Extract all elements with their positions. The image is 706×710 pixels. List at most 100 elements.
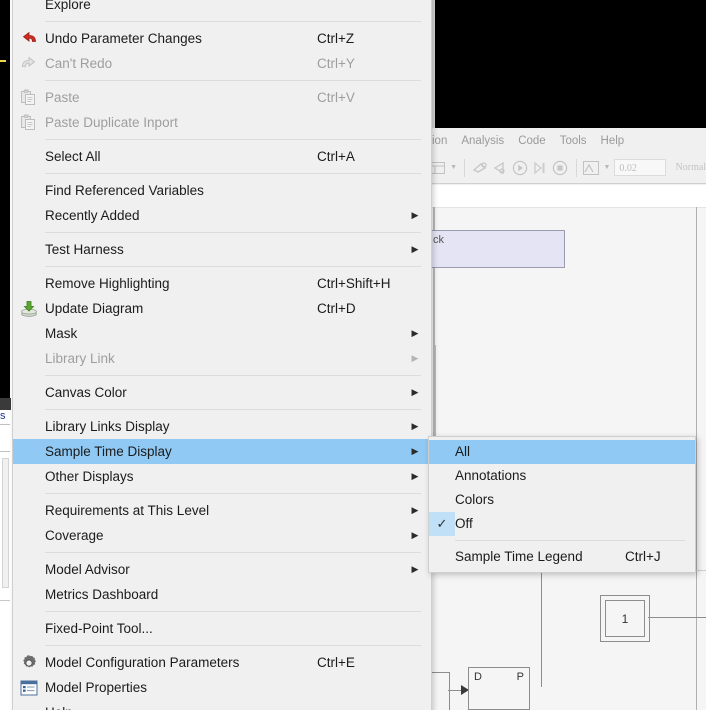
run-icon[interactable]: [512, 158, 528, 178]
left-scrollbar[interactable]: [2, 458, 9, 588]
inport-block[interactable]: 1: [600, 595, 650, 642]
menu-icon-placeholder: [13, 582, 45, 607]
submenu-item-all[interactable]: All: [429, 440, 695, 464]
menu-item-label: Remove Highlighting: [45, 276, 170, 291]
menu-item-canvas-color[interactable]: Canvas Color ▶: [13, 380, 431, 405]
sim-mode-selector[interactable]: Normal: [670, 162, 706, 173]
menubar-item-ion[interactable]: ion: [432, 135, 447, 147]
menu-item-label: Model Properties: [45, 680, 148, 695]
menu-item-other-displays[interactable]: Other Displays ▶: [13, 464, 431, 489]
context-menu[interactable]: Explore Undo Parameter Changes Ctrl+Z Can't…: [12, 0, 432, 710]
menu-icon-placeholder: [13, 523, 45, 548]
menu-item-sample-time-display[interactable]: Sample Time Display ▶: [13, 439, 431, 464]
menu-item-label: Test Harness: [45, 242, 124, 257]
paste-icon: [13, 85, 45, 110]
stop-icon[interactable]: [552, 158, 568, 178]
step-time-input[interactable]: 0.02: [614, 159, 666, 176]
menu-item-fixed-point-tool[interactable]: Fixed-Point Tool...: [13, 616, 431, 641]
menu-icon-placeholder: [13, 380, 45, 405]
menu-icon-placeholder: [13, 700, 45, 710]
fast-restart-icon[interactable]: [492, 158, 508, 178]
menu-item-help[interactable]: Help: [13, 700, 431, 710]
submenu-item-annotations[interactable]: Annotations: [429, 464, 695, 488]
left-dark-sliver: [0, 398, 11, 410]
menu-item-select-all[interactable]: Select All Ctrl+A: [13, 144, 431, 169]
menu-icon-placeholder: [13, 439, 45, 464]
menu-icon-placeholder: [13, 464, 45, 489]
menu-separator: [45, 80, 421, 81]
menu-item-label: Metrics Dashboard: [45, 587, 159, 602]
simulink-toolbar[interactable]: ▼ ▼ 0.02 Normal: [430, 152, 706, 184]
submenu-item-label: Colors: [455, 492, 495, 507]
menu-item-paste-duplicate-inport: Paste Duplicate Inport: [13, 110, 431, 135]
submenu-item-colors[interactable]: Colors: [429, 488, 695, 512]
menu-item-find-referenced-variables[interactable]: Find Referenced Variables: [13, 178, 431, 203]
submenu-arrow-icon: ▶: [411, 421, 419, 431]
menubar-item-tools[interactable]: Tools: [560, 135, 587, 147]
menu-item-mask[interactable]: Mask ▶: [13, 321, 431, 346]
annotation-block[interactable]: ck: [428, 230, 565, 268]
menu-item-explore[interactable]: Explore: [13, 0, 431, 17]
menu-item-label: Canvas Color: [45, 385, 127, 400]
sample-time-display-submenu[interactable]: All Annotations Colors ✓ Off Sample Time Lege…: [428, 436, 696, 573]
menu-icon-placeholder: [13, 178, 45, 203]
submenu-arrow-icon: ▶: [411, 505, 419, 515]
menu-item-can-t-redo: Can't Redo Ctrl+Y: [13, 51, 431, 76]
menu-separator: [45, 645, 421, 646]
redo-icon: [13, 51, 45, 76]
submenu-item-label: All: [455, 444, 471, 459]
menu-item-label: Paste: [45, 90, 80, 105]
menu-item-requirements-at-this-level[interactable]: Requirements at This Level ▶: [13, 498, 431, 523]
menubar-item-code[interactable]: Code: [518, 135, 546, 147]
gear-icon: [13, 650, 45, 675]
caret-down-icon[interactable]: ▼: [603, 164, 610, 171]
menu-item-shortcut: Ctrl+Shift+H: [317, 276, 391, 291]
dp-block[interactable]: D P: [468, 667, 530, 710]
menu-item-model-advisor[interactable]: Model Advisor ▶: [13, 557, 431, 582]
menu-icon-placeholder: [13, 203, 45, 228]
menu-item-model-properties[interactable]: Model Properties: [13, 675, 431, 700]
annotation-block-label: ck: [433, 234, 444, 246]
menu-item-coverage[interactable]: Coverage ▶: [13, 523, 431, 548]
menu-separator: [45, 493, 421, 494]
submenu-item-off[interactable]: ✓ Off: [429, 512, 695, 536]
upstream-block[interactable]: [430, 672, 450, 710]
menu-item-update-diagram[interactable]: Update Diagram Ctrl+D: [13, 296, 431, 321]
menu-item-remove-highlighting[interactable]: Remove Highlighting Ctrl+Shift+H: [13, 271, 431, 296]
caret-down-icon[interactable]: ▼: [450, 164, 457, 171]
left-text-fragment: s: [0, 410, 6, 422]
submenu-arrow-icon: ▶: [411, 328, 419, 338]
submenu-arrow-icon: ▶: [411, 210, 419, 220]
menu-item-test-harness[interactable]: Test Harness ▶: [13, 237, 431, 262]
submenu-item-sample-time-legend[interactable]: Sample Time Legend Ctrl+J: [429, 545, 695, 569]
canvas-right-border: [696, 207, 697, 710]
signal-wire: [541, 570, 542, 687]
menu-item-label: Model Advisor: [45, 562, 130, 577]
menubar-item-help[interactable]: Help: [601, 135, 625, 147]
scope-icon[interactable]: [583, 158, 600, 178]
menu-item-paste: Paste Ctrl+V: [13, 85, 431, 110]
left-divider: [0, 600, 10, 601]
build-icon[interactable]: [472, 158, 488, 178]
menubar-item-analysis[interactable]: Analysis: [461, 135, 504, 147]
menu-item-shortcut: Ctrl+A: [317, 149, 355, 164]
submenu-item-label: Off: [455, 516, 473, 531]
menu-item-label: Explore: [45, 0, 91, 12]
menu-item-model-configuration-parameters[interactable]: Model Configuration Parameters Ctrl+E: [13, 650, 431, 675]
menu-icon-placeholder: [13, 271, 45, 296]
menu-separator: [45, 611, 421, 612]
simulink-menubar[interactable]: ion Analysis Code Tools Help: [430, 130, 706, 152]
menu-item-label: Model Configuration Parameters: [45, 655, 240, 670]
menu-item-recently-added[interactable]: Recently Added ▶: [13, 203, 431, 228]
menu-item-library-links-display[interactable]: Library Links Display ▶: [13, 414, 431, 439]
model-explorer-icon[interactable]: [430, 158, 446, 178]
menu-item-label: Requirements at This Level: [45, 503, 210, 518]
menu-item-label: Paste Duplicate Inport: [45, 115, 178, 130]
menu-item-undo-parameter-changes[interactable]: Undo Parameter Changes Ctrl+Z: [13, 26, 431, 51]
menu-item-label: Mask: [45, 326, 78, 341]
menu-separator: [45, 375, 421, 376]
submenu-item-label: Annotations: [455, 468, 527, 483]
menu-separator: [45, 232, 421, 233]
menu-item-metrics-dashboard[interactable]: Metrics Dashboard: [13, 582, 431, 607]
step-forward-icon[interactable]: [532, 158, 548, 178]
